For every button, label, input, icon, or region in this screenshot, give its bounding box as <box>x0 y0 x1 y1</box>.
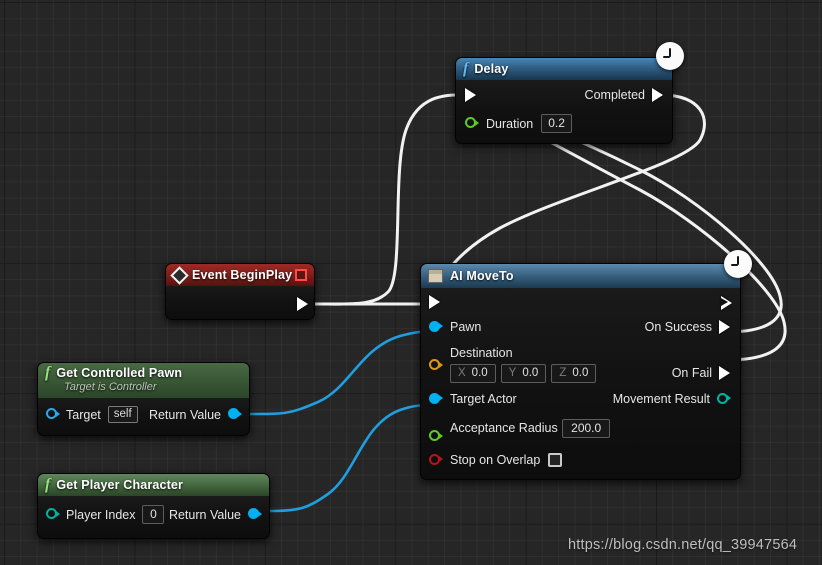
ai-move-to-title: AI MoveTo <box>450 269 514 283</box>
get-player-character-title: Get Player Character <box>56 478 184 492</box>
event-begin-play-exec-out-pin[interactable] <box>297 297 308 311</box>
destination-y-value[interactable]: 0.0 <box>522 366 538 381</box>
ai-move-to-stop-on-overlap-pin[interactable] <box>429 453 443 467</box>
node-get-player-character[interactable]: f Get Player Character Player Index 0 Re… <box>37 473 270 539</box>
ai-move-to-acceptance-radius-label: Acceptance Radius <box>450 421 558 435</box>
acceptance-radius-input[interactable]: 200.0 <box>562 419 611 438</box>
delay-exec-out-pin[interactable] <box>652 88 663 102</box>
get-player-character-player-index-label: Player Index <box>66 507 136 522</box>
event-begin-play-title: Event BeginPlay <box>192 268 293 282</box>
delay-completed-label: Completed <box>584 88 645 102</box>
get-controlled-pawn-self-value[interactable]: self <box>107 406 138 423</box>
destination-y-axis-label: Y <box>508 367 517 379</box>
ai-move-to-destination-pin[interactable] <box>429 359 443 372</box>
ai-move-to-pawn-pin[interactable] <box>429 320 443 334</box>
ai-move-to-on-fail-label: On Fail <box>671 366 712 380</box>
ai-move-to-on-success-label: On Success <box>644 320 712 334</box>
ai-move-to-movement-result-pin[interactable] <box>717 392 731 406</box>
get-controlled-pawn-title: Get Controlled Pawn <box>56 366 183 380</box>
ai-move-to-on-success-pin[interactable] <box>719 320 730 334</box>
stop-on-overlap-checkbox[interactable] <box>548 453 563 467</box>
destination-z-field[interactable]: Z 0.0 <box>551 364 597 383</box>
ai-move-to-header[interactable]: AI MoveTo <box>421 264 740 288</box>
node-delay-header[interactable]: f Delay <box>456 58 672 80</box>
blueprint-graph-canvas[interactable]: f Delay Completed Duration 0.2 Event Beg… <box>0 0 822 565</box>
ai-move-to-target-actor-label: Target Actor <box>450 392 517 406</box>
get-controlled-pawn-header-block[interactable]: f Get Controlled Pawn Target is Controll… <box>38 363 249 398</box>
ai-move-to-destination-label: Destination <box>450 346 513 360</box>
get-controlled-pawn-target-label: Target <box>66 407 101 422</box>
get-player-character-player-index-pin[interactable] <box>46 508 60 521</box>
ai-move-to-stop-on-overlap-label: Stop on Overlap <box>450 453 541 467</box>
destination-y-field[interactable]: Y 0.0 <box>500 364 547 383</box>
ai-move-to-acceptance-radius-pin[interactable] <box>429 430 443 443</box>
event-begin-play-header[interactable]: Event BeginPlay <box>166 264 314 286</box>
delay-duration-input[interactable]: 0.2 <box>541 114 572 133</box>
get-controlled-pawn-return-value-label: Return Value <box>148 407 221 422</box>
stop-square-icon[interactable] <box>295 269 307 281</box>
node-delay-title: Delay <box>474 62 509 76</box>
ai-move-to-on-fail-pin[interactable] <box>719 366 730 380</box>
destination-x-axis-label: X <box>458 367 466 379</box>
delay-latent-clock-icon <box>656 42 684 70</box>
latent-node-icon <box>428 269 443 283</box>
event-diamond-icon <box>170 265 189 285</box>
delay-duration-label: Duration <box>486 116 534 131</box>
player-index-input[interactable]: 0 <box>142 505 165 524</box>
ai-move-to-pawn-label: Pawn <box>450 320 482 334</box>
node-get-controlled-pawn[interactable]: f Get Controlled Pawn Target is Controll… <box>37 362 250 436</box>
node-event-begin-play[interactable]: Event BeginPlay <box>165 263 315 320</box>
destination-z-axis-label: Z <box>559 367 567 379</box>
ai-move-to-movement-result-label: Movement Result <box>612 392 710 406</box>
function-f-icon: f <box>45 364 51 381</box>
function-f-icon: f <box>463 60 469 77</box>
ai-move-to-target-actor-pin[interactable] <box>429 392 443 406</box>
ai-move-to-latent-clock-icon <box>724 250 752 278</box>
get-controlled-pawn-subtitle: Target is Controller <box>64 381 157 393</box>
ai-move-to-exec-in-pin[interactable] <box>429 295 440 309</box>
function-f-icon: f <box>45 476 51 493</box>
ai-move-to-destination-vector[interactable]: X 0.0 Y 0.0 Z 0.0 <box>450 364 597 383</box>
get-controlled-pawn-header[interactable]: f Get Controlled Pawn <box>38 363 249 383</box>
ai-move-to-exec-out-pin[interactable] <box>721 295 732 310</box>
delay-exec-in-pin[interactable] <box>465 88 476 102</box>
get-player-character-header[interactable]: f Get Player Character <box>38 474 269 496</box>
destination-x-value[interactable]: 0.0 <box>472 366 488 381</box>
watermark-text: https://blog.csdn.net/qq_39947564 <box>568 537 798 553</box>
destination-x-field[interactable]: X 0.0 <box>450 364 496 383</box>
destination-z-value[interactable]: 0.0 <box>572 366 588 381</box>
get-controlled-pawn-target-pin[interactable] <box>46 408 60 421</box>
delay-duration-pin[interactable] <box>465 117 479 130</box>
node-ai-move-to[interactable]: AI MoveTo Pawn On Success Destination X … <box>420 263 741 480</box>
get-player-character-return-value-label: Return Value <box>168 507 241 522</box>
get-controlled-pawn-return-value-pin[interactable] <box>228 408 242 421</box>
node-delay[interactable]: f Delay Completed Duration 0.2 <box>455 57 673 144</box>
get-player-character-return-value-pin[interactable] <box>248 508 262 521</box>
